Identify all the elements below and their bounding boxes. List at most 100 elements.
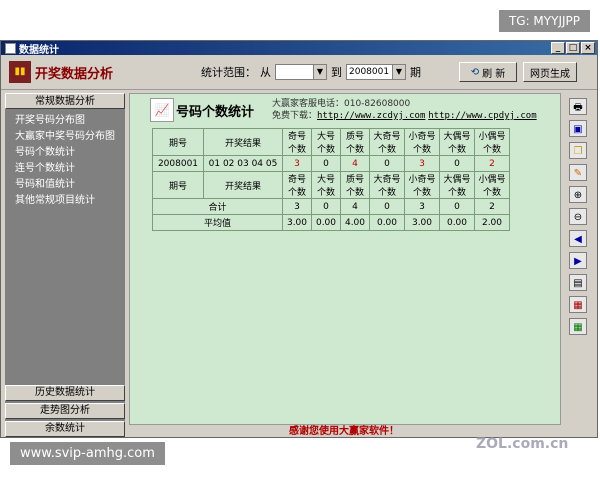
chevron-down-icon: ▼ bbox=[313, 65, 326, 79]
sidebar-foot-history[interactable]: 历史数据统计 bbox=[5, 385, 125, 401]
next-icon[interactable]: ▶ bbox=[569, 252, 587, 269]
range-selector: 统计范围： 从 ▼ 到 2008001 ▼ 期 bbox=[201, 64, 421, 80]
sidebar-item[interactable]: 连号个数统计 bbox=[5, 161, 125, 177]
contact-phone: 大赢家客服电话：010-82608000 bbox=[272, 99, 411, 109]
sidebar: 常规数据分析 开奖号码分布图 大赢家中奖号码分布图 号码个数统计 连号个数统计 … bbox=[5, 93, 125, 437]
header-col: 大号个数 bbox=[311, 171, 341, 199]
row-value: 3 bbox=[282, 155, 312, 172]
total-value: 0 bbox=[369, 198, 405, 215]
total-value: 0 bbox=[439, 198, 475, 215]
to-select[interactable]: 2008001 ▼ bbox=[346, 64, 406, 80]
avg-value: 0.00 bbox=[311, 214, 341, 231]
webpage-button[interactable]: 网页生成 bbox=[523, 62, 577, 82]
row-value: 2 bbox=[474, 155, 510, 172]
zoom-in-icon[interactable]: ⊕ bbox=[569, 186, 587, 203]
grid-icon[interactable]: ▦ bbox=[569, 318, 587, 335]
header-col: 小奇号个数 bbox=[404, 171, 440, 199]
header-col: 大号个数 bbox=[311, 128, 341, 156]
prev-icon[interactable]: ◀ bbox=[569, 230, 587, 247]
total-value: 2 bbox=[474, 198, 510, 215]
header-result: 开奖结果 bbox=[203, 128, 283, 156]
avg-label: 平均值 bbox=[152, 214, 283, 231]
contact-info: 大赢家客服电话：010-82608000 免费下载：http://www.zcd… bbox=[272, 98, 537, 122]
row-value: 0 bbox=[311, 155, 341, 172]
header-col: 质号个数 bbox=[340, 128, 370, 156]
watermark-top: TG: MYYJJPP bbox=[498, 10, 590, 32]
stats-title: 号码个数统计 bbox=[176, 105, 255, 120]
period-label: 期 bbox=[410, 66, 421, 79]
close-button[interactable]: × bbox=[581, 42, 595, 54]
header-col: 小奇号个数 bbox=[404, 128, 440, 156]
chart-logo-icon: ▮▮ bbox=[9, 61, 31, 83]
avg-value: 3.00 bbox=[282, 214, 312, 231]
avg-value: 2.00 bbox=[474, 214, 510, 231]
header-col: 大偶号个数 bbox=[439, 171, 475, 199]
total-value: 3 bbox=[404, 198, 440, 215]
header-col: 质号个数 bbox=[340, 171, 370, 199]
row-value: 4 bbox=[340, 155, 370, 172]
average-row: 平均值 3.00 0.00 4.00 0.00 3.00 0.00 2.00 bbox=[152, 214, 510, 231]
total-label: 合计 bbox=[152, 198, 283, 215]
header-col: 奇号个数 bbox=[282, 171, 312, 199]
toolbar: ▮▮ 开奖数据分析 统计范围： 从 ▼ 到 2008001 ▼ 期 ⟲ 刷 新 网页… bbox=[1, 55, 597, 90]
from-label: 从 bbox=[260, 66, 271, 79]
sidebar-item[interactable]: 开奖号码分布图 bbox=[5, 113, 125, 129]
total-row: 合计 3 0 4 0 3 0 2 bbox=[152, 198, 510, 215]
sidebar-item[interactable]: 大赢家中奖号码分布图 bbox=[5, 129, 125, 145]
row-value: 0 bbox=[439, 155, 475, 172]
header-col: 小偶号个数 bbox=[474, 128, 510, 156]
minimize-button[interactable]: _ bbox=[551, 42, 565, 54]
right-toolbar: 🖶 ▣ ❐ ✎ ⊕ ⊖ ◀ ▶ ▤ ▦ ▦ bbox=[563, 93, 593, 423]
app-window: 数据统计 _ □ × ▮▮ 开奖数据分析 统计范围： 从 ▼ 到 2008001… bbox=[0, 40, 598, 452]
report-icon[interactable]: ▦ bbox=[569, 296, 587, 313]
zol-watermark: ZOL.com.cn bbox=[476, 436, 569, 452]
header-period: 期号 bbox=[152, 128, 204, 156]
app-title: 开奖数据分析 bbox=[35, 66, 114, 82]
sidebar-item[interactable]: 其他常规项目统计 bbox=[5, 193, 125, 209]
header-period: 期号 bbox=[152, 171, 204, 199]
zoom-out-icon[interactable]: ⊖ bbox=[569, 208, 587, 225]
sidebar-head[interactable]: 常规数据分析 bbox=[5, 93, 125, 109]
table-row: 2008001 01 02 03 04 05 3 0 4 0 3 0 2 bbox=[152, 155, 510, 172]
row-value: 0 bbox=[369, 155, 405, 172]
window-title: 数据统计 bbox=[19, 44, 59, 56]
chart-icon[interactable]: ▤ bbox=[569, 274, 587, 291]
header-col: 大奇号个数 bbox=[369, 171, 405, 199]
table-header-row: 期号 开奖结果 奇号个数 大号个数 质号个数 大奇号个数 小奇号个数 大偶号个数… bbox=[152, 128, 510, 156]
sidebar-foot-trend[interactable]: 走势图分析 bbox=[5, 403, 125, 419]
link-cpdyj[interactable]: http://www.cpdyj.com bbox=[428, 111, 536, 121]
total-value: 4 bbox=[340, 198, 370, 215]
copy-icon[interactable]: ❐ bbox=[569, 142, 587, 159]
stats-chart-icon: 📈 bbox=[150, 98, 174, 122]
title-bar: 数据统计 _ □ × bbox=[1, 41, 597, 56]
header-col: 大奇号个数 bbox=[369, 128, 405, 156]
print-icon[interactable]: 🖶 bbox=[569, 98, 587, 115]
main-panel: 📈 号码个数统计 大赢家客服电话：010-82608000 免费下载：http:… bbox=[129, 93, 561, 425]
header-result: 开奖结果 bbox=[203, 171, 283, 199]
header-col: 奇号个数 bbox=[282, 128, 312, 156]
watermark-bottom: www.svip-amhg.com bbox=[10, 442, 165, 465]
link-zcdyj[interactable]: http://www.zcdyj.com bbox=[317, 111, 425, 121]
row-period: 2008001 bbox=[152, 155, 204, 172]
chevron-down-icon: ▼ bbox=[392, 65, 405, 79]
to-label: 到 bbox=[331, 66, 342, 79]
avg-value: 3.00 bbox=[404, 214, 440, 231]
table-header-row-repeat: 期号 开奖结果 奇号个数 大号个数 质号个数 大奇号个数 小奇号个数 大偶号个数… bbox=[152, 171, 510, 199]
sidebar-foot-remainder[interactable]: 余数统计 bbox=[5, 421, 125, 437]
sidebar-item[interactable]: 号码和值统计 bbox=[5, 177, 125, 193]
from-select[interactable]: ▼ bbox=[275, 64, 327, 80]
row-value: 3 bbox=[404, 155, 440, 172]
maximize-button[interactable]: □ bbox=[566, 42, 580, 54]
header-col: 小偶号个数 bbox=[474, 171, 510, 199]
range-label: 统计范围： bbox=[201, 66, 256, 79]
save-icon[interactable]: ▣ bbox=[569, 120, 587, 137]
refresh-button[interactable]: ⟲ 刷 新 bbox=[459, 62, 517, 82]
total-value: 3 bbox=[282, 198, 312, 215]
avg-value: 4.00 bbox=[340, 214, 370, 231]
avg-value: 0.00 bbox=[369, 214, 405, 231]
pen-icon[interactable]: ✎ bbox=[569, 164, 587, 181]
app-small-icon bbox=[5, 42, 16, 54]
stats-table: 期号 开奖结果 奇号个数 大号个数 质号个数 大奇号个数 小奇号个数 大偶号个数… bbox=[152, 128, 510, 231]
sidebar-item[interactable]: 号码个数统计 bbox=[5, 145, 125, 161]
refresh-icon: ⟲ bbox=[470, 66, 480, 78]
